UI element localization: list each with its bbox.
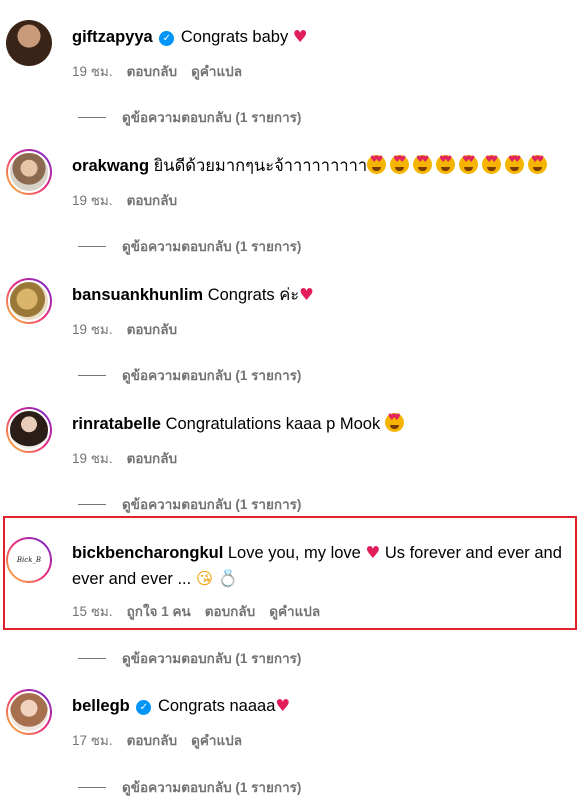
divider-dash	[78, 116, 106, 118]
comment-text: Congrats baby	[180, 28, 289, 46]
heart-emoji-icon: ♥	[299, 285, 314, 304]
avatar-logo-text: Bick_B	[16, 556, 42, 564]
view-replies-button[interactable]: ดูข้อความตอบกลับ (1 รายการ)	[78, 235, 301, 257]
view-replies-button[interactable]: ดูข้อความตอบกลับ (1 รายการ)	[78, 364, 301, 386]
view-replies-button[interactable]: ดูข้อความตอบกลับ (1 รายการ)	[78, 106, 301, 128]
comment-time: 19 ชม.	[72, 193, 113, 208]
view-replies-button[interactable]: ดูข้อความตอบกลับ (1 รายการ)	[78, 493, 301, 515]
heart-emoji-icon: ♥	[365, 543, 381, 562]
reply-button[interactable]: ตอบกลับ	[127, 60, 177, 82]
comment-username[interactable]: bansuankhunlim	[72, 286, 203, 304]
translate-button[interactable]: ดูคำแปล	[191, 729, 242, 751]
comment-time: 19 ชม.	[72, 322, 113, 337]
comment-username[interactable]: bickbencharongkul	[72, 544, 223, 562]
verified-badge-icon: ✓	[136, 700, 152, 715]
avatar[interactable]	[6, 407, 52, 453]
comment-username[interactable]: giftzapyya	[72, 28, 153, 46]
comment-text: Us forever and ever	[384, 544, 530, 562]
comment-time: 15 ชม.	[72, 604, 113, 619]
view-replies-label: ดูข้อความตอบกลับ (1 รายการ)	[122, 497, 302, 512]
reply-button[interactable]: ตอบกลับ	[205, 600, 255, 622]
avatar[interactable]	[6, 689, 52, 735]
comment-username[interactable]: orakwang	[72, 157, 149, 175]
kiss-emoji-icon: 😘	[195, 569, 214, 588]
comment-time: 19 ชม.	[72, 64, 113, 79]
translate-button[interactable]: ดูคำแปล	[191, 60, 242, 82]
divider-dash	[78, 245, 106, 247]
avatar[interactable]	[6, 149, 52, 195]
translate-button[interactable]: ดูคำแปล	[269, 600, 320, 622]
heart-eyes-emoji-icon	[367, 155, 551, 175]
likes-count[interactable]: ถูกใจ 1 คน	[127, 600, 191, 622]
view-replies-label: ดูข้อความตอบกลับ (1 รายการ)	[122, 780, 302, 795]
comment-text: ยินดีด้วยมากๆนะจ้าาาาาาาาา	[153, 157, 368, 175]
avatar[interactable]	[6, 278, 52, 324]
reply-button[interactable]: ตอบกลับ	[127, 189, 177, 211]
divider-dash	[78, 657, 106, 659]
view-replies-label: ดูข้อความตอบกลับ (1 รายการ)	[122, 110, 302, 125]
divider-dash	[78, 786, 106, 788]
avatar[interactable]	[6, 20, 52, 66]
comment-text: Congratulations kaaa p Mook	[165, 415, 381, 433]
comment-text: Love you, my love	[227, 544, 361, 562]
comment-text: Congrats ค่ะ	[207, 286, 300, 304]
heart-emoji-icon: ♥	[275, 696, 291, 715]
view-replies-label: ดูข้อความตอบกลับ (1 รายการ)	[122, 368, 302, 383]
reply-button[interactable]: ตอบกลับ	[127, 729, 177, 751]
reply-button[interactable]: ตอบกลับ	[127, 447, 177, 469]
verified-badge-icon: ✓	[159, 31, 175, 46]
view-replies-label: ดูข้อความตอบกลับ (1 รายการ)	[122, 239, 302, 254]
avatar[interactable]: Bick_B	[6, 537, 52, 583]
comment-username[interactable]: bellegb	[72, 697, 130, 715]
reply-button[interactable]: ตอบกลับ	[127, 318, 177, 340]
divider-dash	[78, 374, 106, 376]
comment-text: Congrats naaaa	[157, 697, 276, 715]
heart-eyes-emoji-icon	[384, 413, 408, 433]
view-replies-button[interactable]: ดูข้อความตอบกลับ (1 รายการ)	[78, 647, 301, 669]
comment-username[interactable]: rinratabelle	[72, 415, 161, 433]
view-replies-button[interactable]: ดูข้อความตอบกลับ (1 รายการ)	[78, 776, 301, 798]
comment-time: 17 ชม.	[72, 733, 113, 748]
ring-emoji-icon: 💍	[217, 569, 239, 588]
heart-emoji-icon: ♥	[292, 27, 308, 46]
comment-time: 19 ชม.	[72, 451, 113, 466]
view-replies-label: ดูข้อความตอบกลับ (1 รายการ)	[122, 651, 302, 666]
divider-dash	[78, 503, 106, 505]
